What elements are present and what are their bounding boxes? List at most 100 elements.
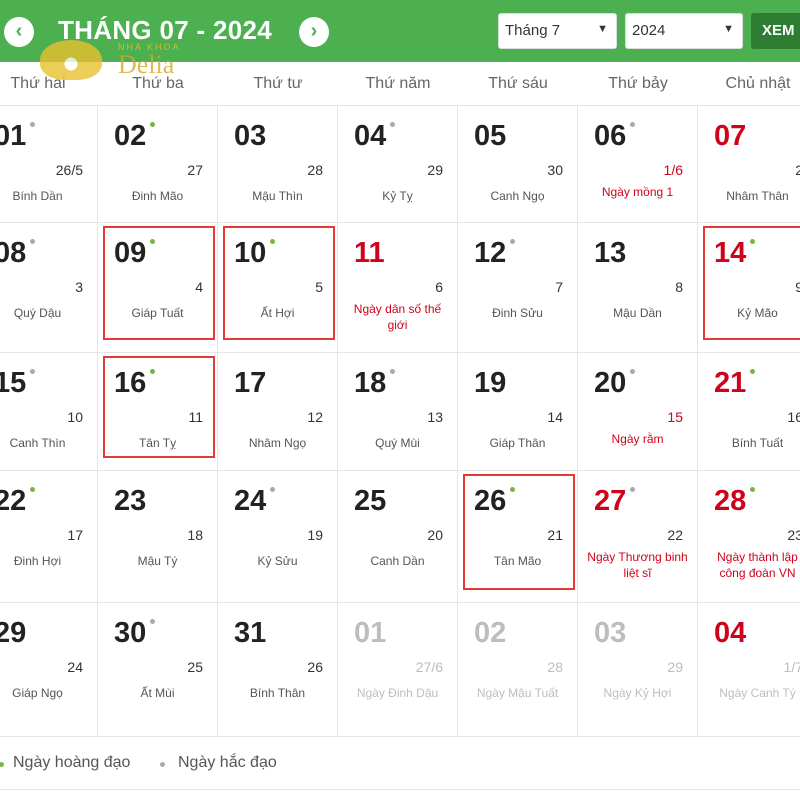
day-name: Ngày rằm <box>611 432 664 446</box>
calendar-day-cell[interactable]: 01 27/6 Ngày Đinh Dậu <box>338 603 458 737</box>
view-button[interactable]: XEM <box>751 13 800 49</box>
solar-day: 27 <box>594 485 627 517</box>
lunar-date: 29 <box>427 162 443 178</box>
day-name: Đinh Hợi <box>13 554 62 568</box>
solar-day: 24 <box>234 485 267 517</box>
bad-day-dot-icon <box>160 762 165 767</box>
calendar-day-cell[interactable]: 05 30 Canh Ngọ <box>458 106 578 223</box>
lunar-date: 4 <box>195 279 203 295</box>
calendar-day-cell[interactable]: 23 18 Mậu Tý <box>98 471 218 603</box>
weekday-label: Thứ sáu <box>488 75 548 92</box>
calendar-day-cell[interactable]: 02 28 Ngày Mậu Tuất <box>458 603 578 737</box>
calendar-day-cell[interactable]: 29 24 Giáp Ngọ <box>0 603 98 737</box>
calendar-day-cell[interactable]: 28 23 Ngày thành lập công đoàn VN <box>698 471 800 603</box>
solar-day: 02 <box>114 120 147 152</box>
calendar-day-cell[interactable]: 18 13 Quý Mùi <box>338 353 458 471</box>
solar-day: 10 <box>234 237 267 269</box>
calendar-day-cell[interactable]: 31 26 Bính Thân <box>218 603 338 737</box>
weekday-label: Chủ nhật <box>725 75 791 92</box>
calendar-day-cell[interactable]: 14 9 Kỷ Mão <box>698 223 800 353</box>
calendar-day-cell[interactable]: 26 21 Tân Mão <box>458 471 578 603</box>
bad-day-dot-icon <box>30 239 35 244</box>
lunar-date: 3 <box>75 279 83 295</box>
day-name: Canh Thìn <box>9 436 66 450</box>
lunar-date: 12 <box>307 409 323 425</box>
lunar-date: 2 <box>795 162 800 178</box>
calendar-day-cell[interactable]: 22 17 Đinh Hợi <box>0 471 98 603</box>
calendar-day-cell[interactable]: 06 1/6 Ngày mồng 1 <box>578 106 698 223</box>
calendar-day-cell[interactable]: 07 2 Nhâm Thân <box>698 106 800 223</box>
day-name: Giáp Tuất <box>131 306 184 320</box>
lunar-date: 14 <box>547 409 563 425</box>
lunar-date: 22 <box>667 527 683 543</box>
calendar-day-cell[interactable]: 04 29 Kỷ Tỵ <box>338 106 458 223</box>
calendar-day-cell[interactable]: 02 27 Đinh Mão <box>98 106 218 223</box>
prev-month-button[interactable]: ‹ <box>4 17 34 47</box>
year-select-value: 2024 <box>632 22 666 39</box>
calendar-day-cell[interactable]: 12 7 Đinh Sửu <box>458 223 578 353</box>
day-name: Ất Mùi <box>140 686 175 700</box>
solar-day: 02 <box>474 617 507 649</box>
weekday-label: Thứ hai <box>10 75 66 92</box>
calendar-day-cell[interactable]: 24 19 Kỷ Sửu <box>218 471 338 603</box>
calendar-day-cell[interactable]: 16 11 Tân Tỵ <box>98 353 218 471</box>
calendar-day-cell[interactable]: 03 29 Ngày Kỷ Hợi <box>578 603 698 737</box>
solar-day: 04 <box>354 120 387 152</box>
legend-good-day: Ngày hoàng đạo <box>13 754 131 771</box>
solar-day: 06 <box>594 120 627 152</box>
calendar-day-cell[interactable]: 11 6 Ngày dân số thế giới <box>338 223 458 353</box>
solar-day: 22 <box>0 485 27 517</box>
calendar-day-cell[interactable]: 17 12 Nhâm Ngọ <box>218 353 338 471</box>
weekday-label: Thứ tư <box>253 75 303 92</box>
lunar-date: 7 <box>555 279 563 295</box>
calendar-day-cell[interactable]: 01 26/5 Bính Dần <box>0 106 98 223</box>
solar-day: 16 <box>114 367 147 399</box>
lunar-date: 8 <box>675 279 683 295</box>
good-day-dot-icon <box>750 487 755 492</box>
weekday-label: Thứ năm <box>365 75 431 92</box>
day-name: Ngày mồng 1 <box>601 185 674 199</box>
good-day-dot-icon <box>150 239 155 244</box>
day-name: Ngày Canh Tý <box>719 686 796 700</box>
bad-day-dot-icon <box>150 619 155 624</box>
day-name: Ngày dân số thế giới <box>353 302 442 332</box>
calendar-day-cell[interactable]: 08 3 Quý Dậu <box>0 223 98 353</box>
bad-day-dot-icon <box>630 122 635 127</box>
calendar-day-cell[interactable]: 13 8 Mậu Dần <box>578 223 698 353</box>
calendar-day-cell[interactable]: 25 20 Canh Dần <box>338 471 458 603</box>
calendar-day-cell[interactable]: 21 16 Bính Tuất <box>698 353 800 471</box>
calendar-day-cell[interactable]: 03 28 Mậu Thìn <box>218 106 338 223</box>
next-month-button[interactable]: › <box>299 17 329 47</box>
year-select[interactable]: 2024 ▼ <box>625 13 743 49</box>
bad-day-dot-icon <box>630 369 635 374</box>
lunar-date: 1/6 <box>663 162 683 178</box>
day-name: Nhâm Thân <box>726 189 789 203</box>
month-select[interactable]: Tháng 7 ▼ <box>498 13 617 49</box>
day-name: Quý Dậu <box>13 306 62 320</box>
bad-day-dot-icon <box>30 122 35 127</box>
solar-day: 25 <box>354 485 387 517</box>
calendar-day-cell[interactable]: 15 10 Canh Thìn <box>0 353 98 471</box>
lunar-date: 18 <box>187 527 203 543</box>
calendar-day-cell[interactable]: 10 5 Ất Hợi <box>218 223 338 353</box>
day-name: Giáp Thân <box>489 436 546 450</box>
chevron-down-icon: ▼ <box>597 23 608 35</box>
good-day-dot-icon <box>30 487 35 492</box>
calendar-day-cell[interactable]: 19 14 Giáp Thân <box>458 353 578 471</box>
calendar-day-cell[interactable]: 20 15 Ngày rằm <box>578 353 698 471</box>
calendar-day-cell[interactable]: 27 22 Ngày Thương binh liệt sĩ <box>578 471 698 603</box>
lunar-date: 6 <box>435 279 443 295</box>
lunar-date: 11 <box>188 409 203 425</box>
calendar-day-cell[interactable]: 09 4 Giáp Tuất <box>98 223 218 353</box>
calendar-day-cell[interactable]: 04 1/7 Ngày Canh Tý <box>698 603 800 737</box>
bad-day-dot-icon <box>390 122 395 127</box>
solar-day: 17 <box>234 367 267 399</box>
bad-day-dot-icon <box>630 487 635 492</box>
solar-day: 03 <box>594 617 627 649</box>
solar-day: 30 <box>114 617 147 649</box>
lunar-date: 19 <box>307 527 323 543</box>
solar-day: 05 <box>474 120 507 152</box>
solar-day: 09 <box>114 237 147 269</box>
calendar-day-cell[interactable]: 30 25 Ất Mùi <box>98 603 218 737</box>
day-name: Bính Thân <box>249 686 306 700</box>
